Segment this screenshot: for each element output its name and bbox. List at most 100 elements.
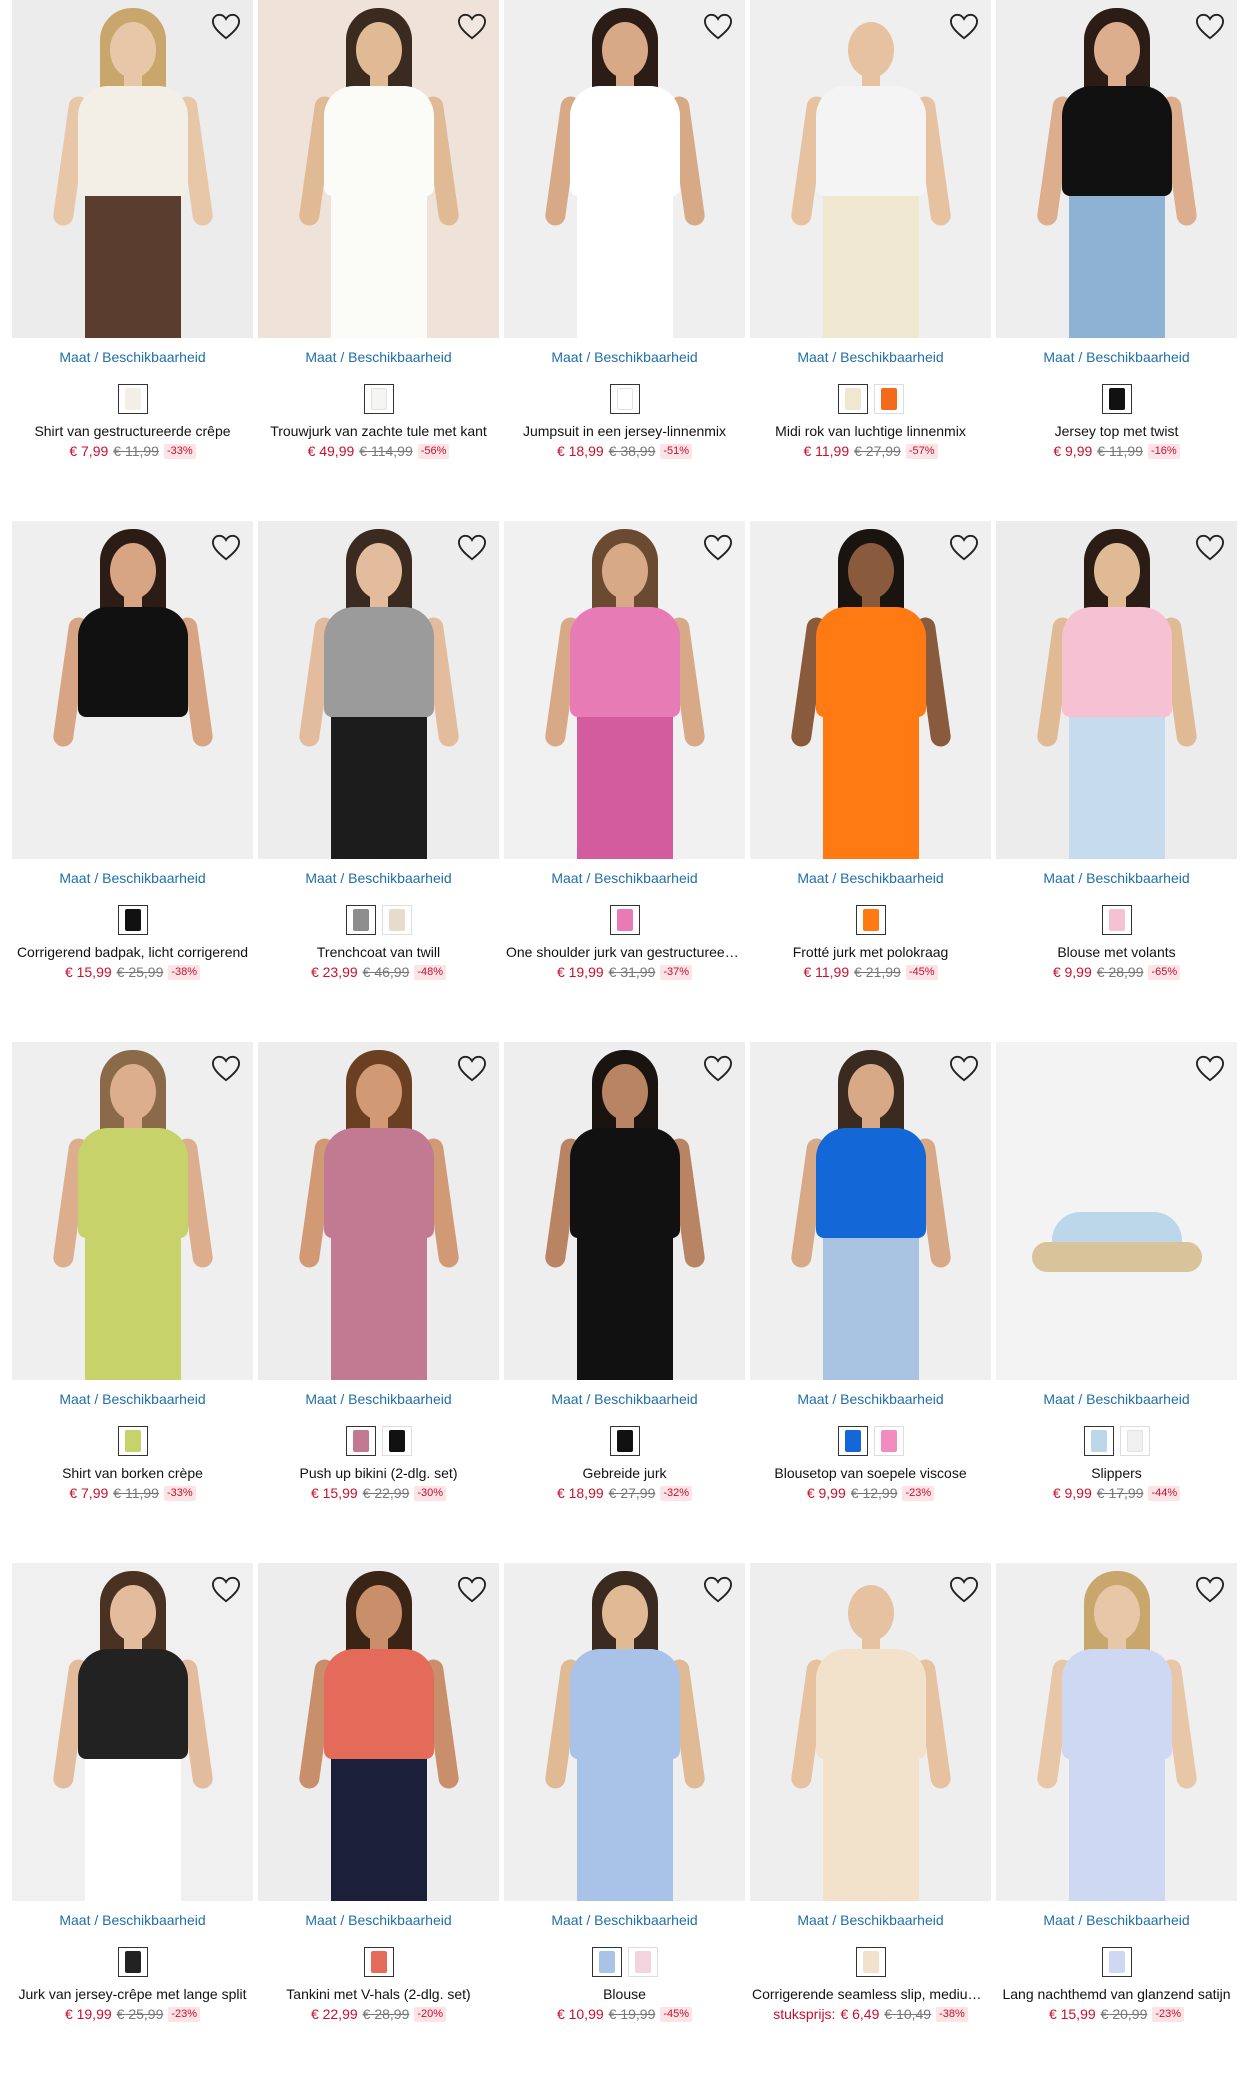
wishlist-heart-icon[interactable] bbox=[1193, 10, 1227, 44]
product-image[interactable] bbox=[12, 521, 253, 859]
product-card[interactable]: Maat / Beschikbaarheid Frotté jurk met p… bbox=[750, 521, 991, 1042]
color-swatch[interactable] bbox=[381, 905, 412, 935]
product-image[interactable] bbox=[750, 1563, 991, 1901]
size-availability-link[interactable]: Maat / Beschikbaarheid bbox=[996, 869, 1237, 887]
product-image[interactable] bbox=[504, 1042, 745, 1380]
color-swatch[interactable] bbox=[1119, 1426, 1150, 1456]
size-availability-link[interactable]: Maat / Beschikbaarheid bbox=[996, 348, 1237, 366]
size-availability-link[interactable]: Maat / Beschikbaarheid bbox=[504, 348, 745, 366]
wishlist-heart-icon[interactable] bbox=[1193, 1052, 1227, 1086]
product-name[interactable]: Corrigerend badpak, licht corrigerend bbox=[12, 943, 253, 961]
product-card[interactable]: Maat / Beschikbaarheid Corrigerend badpa… bbox=[12, 521, 253, 1042]
wishlist-heart-icon[interactable] bbox=[209, 531, 243, 565]
product-image[interactable] bbox=[12, 0, 253, 338]
color-swatch[interactable] bbox=[117, 384, 148, 414]
product-name[interactable]: Corrigerende seamless slip, medium corri… bbox=[750, 1985, 991, 2003]
color-swatch[interactable] bbox=[591, 1947, 622, 1977]
color-swatch[interactable] bbox=[1101, 384, 1132, 414]
wishlist-heart-icon[interactable] bbox=[947, 1052, 981, 1086]
product-image[interactable] bbox=[750, 1042, 991, 1380]
product-card[interactable]: Maat / Beschikbaarheid Blousetop van soe… bbox=[750, 1042, 991, 1563]
color-swatch[interactable] bbox=[837, 1426, 868, 1456]
product-image[interactable] bbox=[258, 0, 499, 338]
color-swatch[interactable] bbox=[609, 905, 640, 935]
color-swatch[interactable] bbox=[609, 1426, 640, 1456]
product-name[interactable]: Blouse bbox=[504, 1985, 745, 2003]
color-swatch[interactable] bbox=[345, 1426, 376, 1456]
product-image[interactable] bbox=[504, 521, 745, 859]
size-availability-link[interactable]: Maat / Beschikbaarheid bbox=[258, 869, 499, 887]
product-name[interactable]: Midi rok van luchtige linnenmix bbox=[750, 422, 991, 440]
color-swatch[interactable] bbox=[345, 905, 376, 935]
wishlist-heart-icon[interactable] bbox=[701, 1052, 735, 1086]
product-image[interactable] bbox=[504, 0, 745, 338]
wishlist-heart-icon[interactable] bbox=[455, 1052, 489, 1086]
product-image[interactable] bbox=[258, 1563, 499, 1901]
product-card[interactable]: Maat / Beschikbaarheid Tankini met V-hal… bbox=[258, 1563, 499, 2084]
product-card[interactable]: Maat / Beschikbaarheid One shoulder jurk… bbox=[504, 521, 745, 1042]
product-card[interactable]: Maat / Beschikbaarheid Blouse € 10,99 € … bbox=[504, 1563, 745, 2084]
wishlist-heart-icon[interactable] bbox=[947, 1573, 981, 1607]
product-image[interactable] bbox=[750, 0, 991, 338]
product-image[interactable] bbox=[12, 1563, 253, 1901]
product-image[interactable] bbox=[258, 1042, 499, 1380]
product-name[interactable]: Lang nachthemd van glanzend satijn bbox=[996, 1985, 1237, 2003]
color-swatch[interactable] bbox=[117, 905, 148, 935]
product-image[interactable] bbox=[996, 1042, 1237, 1380]
wishlist-heart-icon[interactable] bbox=[1193, 531, 1227, 565]
product-name[interactable]: Shirt van gestructureerde crêpe bbox=[12, 422, 253, 440]
product-name[interactable]: Shirt van borken crèpe bbox=[12, 1464, 253, 1482]
product-name[interactable]: Tankini met V-hals (2-dlg. set) bbox=[258, 1985, 499, 2003]
color-swatch[interactable] bbox=[609, 384, 640, 414]
product-name[interactable]: Jersey top met twist bbox=[996, 422, 1237, 440]
wishlist-heart-icon[interactable] bbox=[701, 10, 735, 44]
color-swatch[interactable] bbox=[1101, 905, 1132, 935]
size-availability-link[interactable]: Maat / Beschikbaarheid bbox=[750, 1911, 991, 1929]
product-name[interactable]: Trouwjurk van zachte tule met kant bbox=[258, 422, 499, 440]
color-swatch[interactable] bbox=[363, 384, 394, 414]
size-availability-link[interactable]: Maat / Beschikbaarheid bbox=[504, 869, 745, 887]
product-image[interactable] bbox=[996, 521, 1237, 859]
color-swatch[interactable] bbox=[873, 1426, 904, 1456]
product-card[interactable]: Maat / Beschikbaarheid Lang nachthemd va… bbox=[996, 1563, 1237, 2084]
color-swatch[interactable] bbox=[117, 1947, 148, 1977]
size-availability-link[interactable]: Maat / Beschikbaarheid bbox=[12, 348, 253, 366]
product-card[interactable]: Maat / Beschikbaarheid Jersey top met tw… bbox=[996, 0, 1237, 521]
product-name[interactable]: Frotté jurk met polokraag bbox=[750, 943, 991, 961]
product-name[interactable]: Blousetop van soepele viscose bbox=[750, 1464, 991, 1482]
product-card[interactable]: Maat / Beschikbaarheid Shirt van gestruc… bbox=[12, 0, 253, 521]
size-availability-link[interactable]: Maat / Beschikbaarheid bbox=[750, 348, 991, 366]
color-swatch[interactable] bbox=[873, 384, 904, 414]
product-card[interactable]: Maat / Beschikbaarheid Corrigerende seam… bbox=[750, 1563, 991, 2084]
product-card[interactable]: Maat / Beschikbaarheid Jurk van jersey-c… bbox=[12, 1563, 253, 2084]
color-swatch[interactable] bbox=[855, 1947, 886, 1977]
size-availability-link[interactable]: Maat / Beschikbaarheid bbox=[12, 1911, 253, 1929]
size-availability-link[interactable]: Maat / Beschikbaarheid bbox=[258, 348, 499, 366]
wishlist-heart-icon[interactable] bbox=[209, 1052, 243, 1086]
product-card[interactable]: Maat / Beschikbaarheid Jumpsuit in een j… bbox=[504, 0, 745, 521]
size-availability-link[interactable]: Maat / Beschikbaarheid bbox=[750, 1390, 991, 1408]
wishlist-heart-icon[interactable] bbox=[455, 531, 489, 565]
size-availability-link[interactable]: Maat / Beschikbaarheid bbox=[504, 1911, 745, 1929]
wishlist-heart-icon[interactable] bbox=[701, 1573, 735, 1607]
product-name[interactable]: Trenchcoat van twill bbox=[258, 943, 499, 961]
product-card[interactable]: Maat / Beschikbaarheid Shirt van borken … bbox=[12, 1042, 253, 1563]
product-card[interactable]: Maat / Beschikbaarheid Gebreide jurk € 1… bbox=[504, 1042, 745, 1563]
size-availability-link[interactable]: Maat / Beschikbaarheid bbox=[12, 869, 253, 887]
wishlist-heart-icon[interactable] bbox=[209, 1573, 243, 1607]
color-swatch[interactable] bbox=[1101, 1947, 1132, 1977]
product-image[interactable] bbox=[996, 1563, 1237, 1901]
color-swatch[interactable] bbox=[627, 1947, 658, 1977]
color-swatch[interactable] bbox=[837, 384, 868, 414]
product-image[interactable] bbox=[996, 0, 1237, 338]
product-name[interactable]: One shoulder jurk van gestructureerde st… bbox=[504, 943, 745, 961]
product-card[interactable]: Maat / Beschikbaarheid Blouse met volant… bbox=[996, 521, 1237, 1042]
product-name[interactable]: Jumpsuit in een jersey-linnenmix bbox=[504, 422, 745, 440]
wishlist-heart-icon[interactable] bbox=[1193, 1573, 1227, 1607]
product-name[interactable]: Jurk van jersey-crêpe met lange split bbox=[12, 1985, 253, 2003]
color-swatch[interactable] bbox=[363, 1947, 394, 1977]
wishlist-heart-icon[interactable] bbox=[947, 531, 981, 565]
size-availability-link[interactable]: Maat / Beschikbaarheid bbox=[258, 1390, 499, 1408]
size-availability-link[interactable]: Maat / Beschikbaarheid bbox=[258, 1911, 499, 1929]
wishlist-heart-icon[interactable] bbox=[701, 531, 735, 565]
